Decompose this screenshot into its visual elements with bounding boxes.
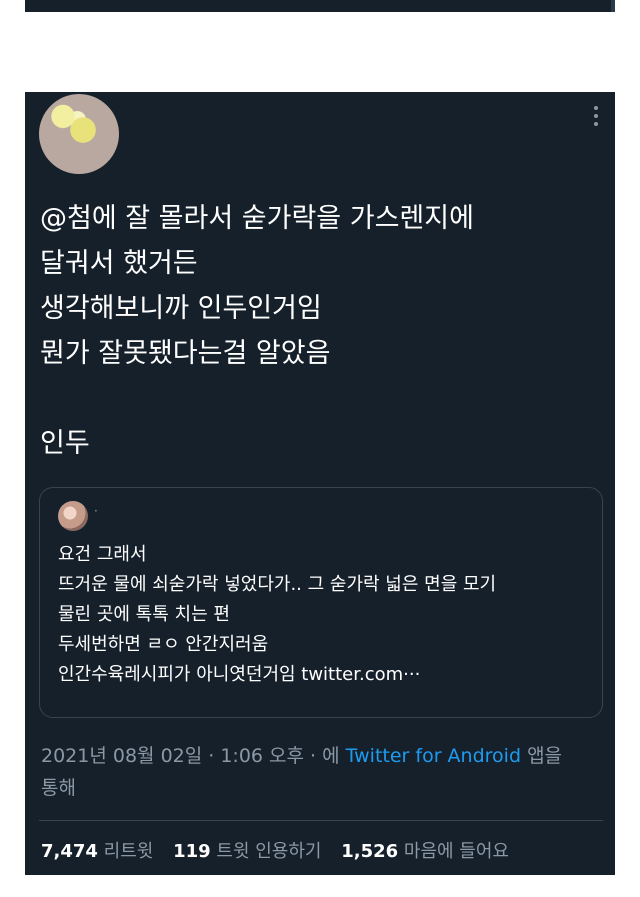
tweet-line: 달궈서 했거든	[40, 248, 198, 279]
quoted-line: 요건 그래서	[58, 544, 147, 565]
source-suffix: 앱을	[527, 745, 563, 767]
quoted-line: 물린 곳에 톡톡 치는 편	[58, 604, 230, 625]
quoted-text: 요건 그래서 뜨거운 물에 쇠숟가락 넣었다가.. 그 숟가락 넓은 면을 모기…	[58, 540, 593, 690]
quoted-line: 인간수육레시피가 아니엿던거임 twitter.com···	[58, 664, 421, 685]
source-link[interactable]: Twitter for Android	[346, 745, 521, 767]
timestamp[interactable]: 2021년 08월 02일 · 1:06 오후 · 에	[41, 745, 340, 767]
quoted-line: 뜨거운 물에 쇠숟가락 넣었다가.. 그 숟가락 넓은 면을 모기	[58, 574, 497, 595]
retweets-stat[interactable]: 7,474 리트윗	[41, 841, 153, 862]
retweets-count: 7,474	[41, 841, 98, 862]
more-dot	[594, 106, 598, 110]
tweet-text: @첨에 잘 몰라서 숟가락을 가스렌지에 달궈서 했거든 생각해보니까 인두인거…	[40, 196, 600, 466]
quotes-stat[interactable]: 119 트윗 인용하기	[173, 841, 321, 862]
quotes-label: 트윗 인용하기	[216, 841, 322, 862]
tweet-line: 뭔가 잘못됐다는걸 알았음	[40, 338, 331, 369]
source-suffix-2: 통해	[41, 777, 76, 799]
quoted-line: 두세번하면 ㄹㅇ 안간지러움	[58, 634, 269, 655]
divider	[39, 820, 603, 821]
likes-label: 마음에 들어요	[403, 841, 509, 862]
tweet-line: 인두	[40, 428, 90, 459]
avatar[interactable]	[39, 94, 119, 174]
tweet-meta: 2021년 08월 02일 · 1:06 오후 · 에 Twitter for …	[41, 740, 601, 804]
quotes-count: 119	[173, 841, 211, 862]
likes-stat[interactable]: 1,526 마음에 들어요	[341, 841, 509, 862]
more-options-icon[interactable]	[593, 106, 599, 126]
tweet-card: @첨에 잘 몰라서 숟가락을 가스렌지에 달궈서 했거든 생각해보니까 인두인거…	[25, 92, 615, 875]
more-dot	[594, 114, 598, 118]
previous-tweet-bottom	[25, 0, 615, 12]
tweet-line: @첨에 잘 몰라서 숟가락을 가스렌지에	[40, 203, 474, 234]
quoted-tweet[interactable]: · 요건 그래서 뜨거운 물에 쇠숟가락 넣었다가.. 그 숟가락 넓은 면을 …	[39, 487, 603, 718]
scroll-accent	[611, 0, 615, 12]
tweet-line: 생각해보니까 인두인거임	[40, 293, 322, 324]
more-dot	[594, 122, 598, 126]
likes-count: 1,526	[341, 841, 399, 862]
quoted-author-dot: ·	[94, 504, 98, 518]
tweet-stats: 7,474 리트윗 119 트윗 인용하기 1,526 마음에 들어요	[41, 838, 601, 866]
quoted-avatar	[58, 501, 88, 531]
retweets-label: 리트윗	[103, 841, 154, 862]
